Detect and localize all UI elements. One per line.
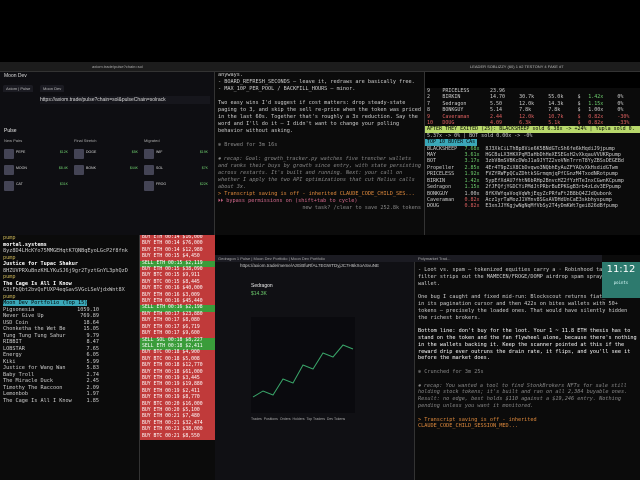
growth-table: 9 PRICELESS 23.96 2 BIRKIN 14.70 30.7k 55.0k $1… — [425, 88, 640, 126]
polymarket-tab-strip[interactable]: Polymarket Trad... — [415, 255, 602, 262]
buyer-ca-table: BLACKSHEEP 7.68x 8J3XkCiLThBp8Vie6K5BNdGTc… — [425, 146, 640, 210]
axiom-token-browser: https://axiom.trade/meme/AzEiBfuRfAL7EGW… — [215, 255, 415, 480]
window-title: Moon Dev — [4, 73, 27, 79]
token-name: Sedragon — [251, 283, 273, 289]
token-card[interactable]: DOGE $5K — [72, 148, 140, 161]
order-panel[interactable] — [355, 295, 413, 435]
axiom-url-bar[interactable]: https://axiom.trade/meme/AzEiBfuRfAL7EGW… — [215, 262, 414, 270]
price-chart[interactable] — [251, 317, 355, 413]
token-image — [74, 165, 84, 175]
column-final-stretch[interactable]: Final Stretch — [74, 138, 96, 143]
token-image — [4, 149, 14, 159]
token-image — [74, 149, 84, 159]
portfolio-list: Pigsonesia 1059.10 Never Give Up 769.89 USD … — [0, 307, 139, 405]
tab-positions[interactable]: Positions — [264, 417, 278, 421]
token-card[interactable]: MOON $8.4K — [2, 164, 70, 177]
price-line — [252, 344, 354, 398]
token-card[interactable]: WIF $19K — [142, 148, 210, 161]
moon-dev-browser: Moon Dev Axiom | Pulse Moon Dev https://… — [0, 72, 215, 235]
trades-feed: BUY ETH 00:14 $16,000 BUY ETH 00:14 $76,0… — [140, 235, 215, 480]
portfolio-name: The Cage Is All I Know — [3, 397, 72, 404]
tab-axiom-pulse[interactable]: Axiom | Pulse — [3, 85, 34, 92]
clear-hint: new task? /clear to save 252.8k tokens — [302, 205, 421, 211]
trade-row: BUY BTC 00:21 $8,550 — [140, 433, 215, 440]
transcript-warning: > Transcript saving is off - inherited C… — [218, 191, 415, 197]
token-image — [4, 165, 14, 175]
tab-moon-dev[interactable]: Moon Dev — [40, 85, 65, 92]
terminal-line: G3iFbQbt2bvQsFUXP4eqGavSVGcLSeVjdxWnt8X — [3, 287, 125, 293]
bottom-tabs: Trades Positions Orders Holders Top Trad… — [251, 417, 355, 425]
table-row: DOUG 0.82x E3xnJJYKgjwNgNqMfVbSy2T4yDmKWt7… — [427, 203, 618, 210]
moon-url-bar[interactable]: https://axiom.trade/pulse?chain=sol&puls… — [40, 96, 210, 104]
tab-trades[interactable]: Trades — [251, 417, 262, 421]
token-card[interactable]: SOL $7K — [142, 164, 210, 177]
terminal-line: anyways. — [218, 72, 243, 78]
terminal-line: ✻ Crunched for 3m 25s — [418, 368, 484, 375]
candle-chart-svg — [252, 344, 354, 398]
terminal-line: - MAX_10P_PER_POOL / BACKFILL_HOURS — mi… — [218, 86, 356, 92]
transcript-warning: > Transcript saving is off - inherited C… — [418, 416, 540, 430]
terminal-line: One bug I caught and fixed mid-run: Bloc… — [418, 294, 637, 321]
terminal-line: Bottom line: don't buy for the loot. You… — [418, 328, 640, 362]
portfolio-row: The Cage Is All I Know 1.85 — [0, 398, 102, 405]
wallet-tracker-terminal[interactable]: 9 PRICELESS 23.96 2 BIRKIN 14.70 30.7k 55.0k $1… — [425, 88, 640, 235]
token-card[interactable]: BONK $44K — [72, 164, 140, 177]
tab-top-traders[interactable]: Top Traders — [306, 417, 324, 421]
token-card[interactable]: FROG $22K — [142, 180, 210, 193]
portfolio-value: 1.85 — [86, 397, 100, 404]
clock-widget: 11:12 points — [602, 262, 640, 298]
recap-line: ⏺ recap: Goal: growth_tracker.py watches… — [218, 156, 425, 190]
pulse-title: Pulse — [4, 128, 17, 134]
terminal-line: ✻ Brewed for 3m 16s — [218, 142, 278, 148]
after-exit-header: AFTER THEY EXITED (25): BLACKSHEEP sold … — [425, 126, 640, 133]
token-card[interactable]: CAT $31K — [2, 180, 70, 193]
axiom-tab-strip[interactable]: Gedragon 1 Pulse | Moon Dev Portfolio | … — [215, 255, 415, 262]
terminal-line: 8yz8D4LHcKYo75MMGEHqtK7QNBqEyoLGcP2f8fnk — [3, 248, 128, 254]
token-image — [144, 181, 154, 191]
token-card[interactable]: PEPE $12K — [2, 148, 70, 161]
permissions-line: ⏵⏵ bypass permissions on (shift+tab to c… — [218, 198, 358, 204]
token-price: $14.3K — [251, 291, 267, 297]
clock-subtitle: points — [613, 280, 629, 285]
column-migrated[interactable]: Migrated — [144, 138, 160, 143]
recap-line: ⏺ recap: You wanted a tool to find Stonk… — [418, 382, 631, 409]
top-buyer-header: TOP 10 BUYER CAs — [425, 139, 478, 146]
column-new-pairs[interactable]: New Pairs — [4, 138, 22, 143]
top-url-bar[interactable]: axiom.trade/pulse?chain=sol — [92, 63, 392, 71]
claude-terminal-top[interactable]: anyways. - BOARD_REFRESH_SECONDS — leave… — [215, 72, 425, 235]
tab-holders[interactable]: Holders — [293, 417, 305, 421]
top-status-bar: LEADER SOBLIZZY (60) 1 #2 TESTONY 4 FAKE… — [470, 64, 564, 69]
portfolio-header: Moon Dev Portfolio (Top 15) — [3, 300, 88, 306]
terminal-line: 8HZUVPRXuBnzKHLYKuSJ6j9gr2TyztGnYL3phQzD — [3, 267, 128, 274]
portfolio-terminal[interactable]: pump mortal.systems 8yz8D4LHcKYo75MMGEHq… — [0, 235, 140, 480]
clock-time: 11:12 — [606, 264, 636, 275]
token-image — [144, 149, 154, 159]
terminal-line: - BOARD_REFRESH_SECONDS — leave it, redr… — [218, 79, 415, 85]
tab-dev-tokens[interactable]: Dev Tokens — [327, 417, 345, 421]
token-image — [4, 181, 14, 191]
tab-orders[interactable]: Orders — [280, 417, 291, 421]
terminal-line: Two easy wins I'd suggest if cost matter… — [218, 100, 425, 134]
token-image — [144, 165, 154, 175]
